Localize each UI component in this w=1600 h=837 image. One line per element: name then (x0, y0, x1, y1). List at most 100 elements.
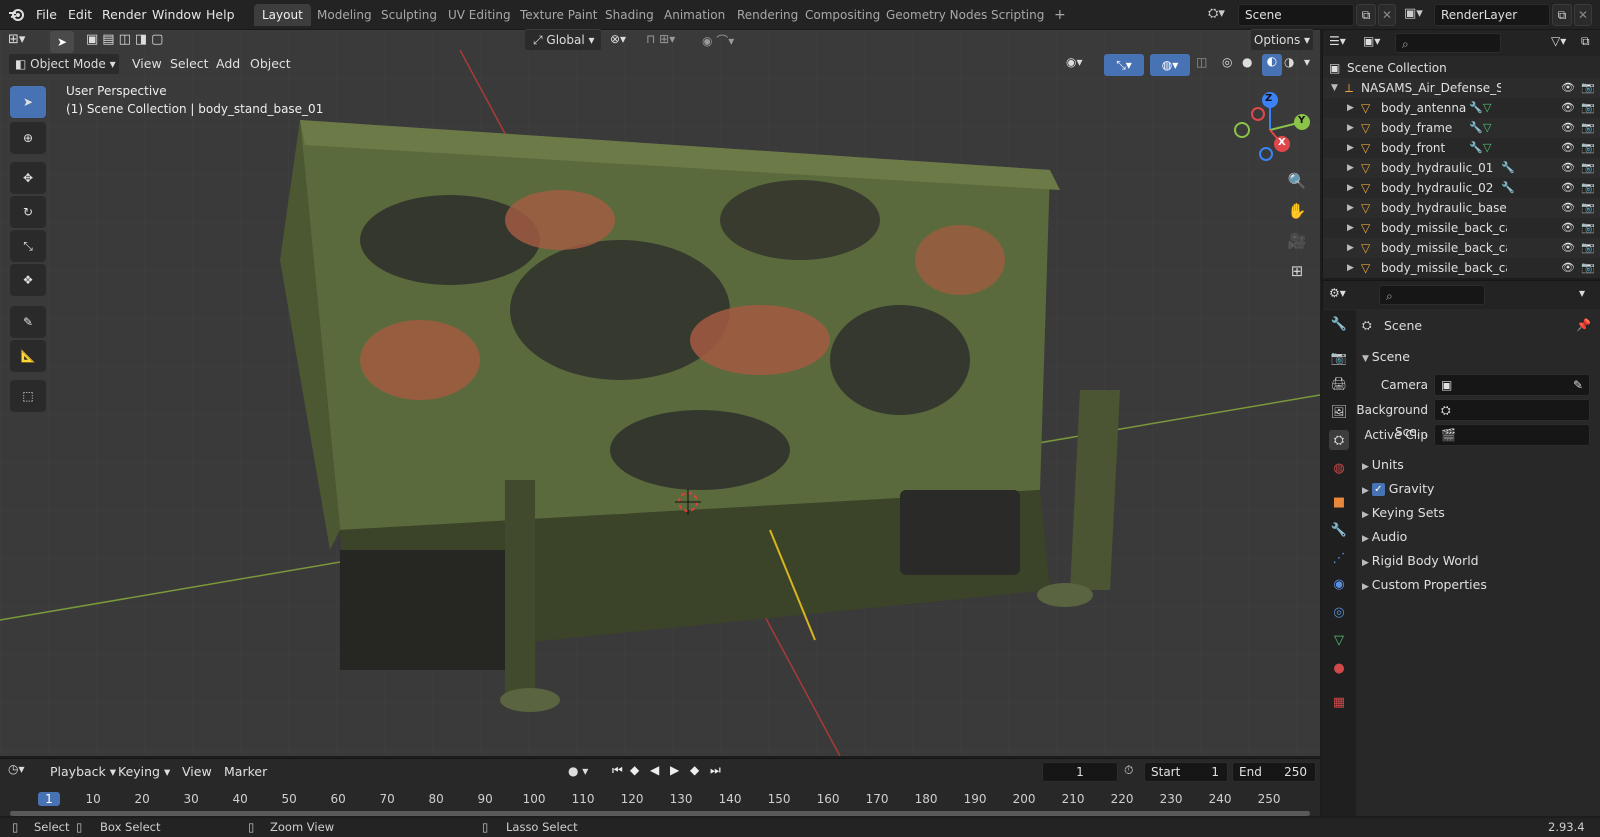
keying-menu[interactable]: Keying ▾ (112, 762, 176, 782)
timeline-view-menu[interactable]: View (176, 762, 218, 782)
custom-properties-panel[interactable]: ▶ Custom Properties (1362, 574, 1487, 596)
viewport-menu-select[interactable]: Select (164, 54, 215, 74)
tab-geometry-nodes[interactable]: Geometry Nodes (878, 4, 995, 26)
add-cube-tool-icon[interactable]: ⬚ (10, 380, 46, 412)
menu-help[interactable]: Help (200, 5, 241, 25)
scene-copy-icon[interactable]: ⧉ (1356, 4, 1376, 26)
eye-icon[interactable]: 👁 (1561, 198, 1575, 218)
auto-keying-icon[interactable]: ● ▾ (568, 764, 588, 778)
camera-render-icon[interactable]: 📷 (1581, 178, 1595, 198)
tab-sculpting[interactable]: Sculpting (373, 4, 445, 26)
next-keyframe-icon[interactable]: ◆ (690, 763, 699, 777)
outliner-item[interactable]: ▶ ▽ body_missile_back_cap_(👁 📷 (1323, 238, 1600, 258)
play-reverse-icon[interactable]: ◀ (650, 763, 659, 777)
move-tool-icon[interactable]: ✥ (10, 162, 46, 194)
3d-viewport[interactable] (0, 30, 1320, 756)
scene-field[interactable]: Scene (1238, 4, 1354, 26)
tab-texture-paint[interactable]: Texture Paint (512, 4, 605, 26)
camera-render-icon[interactable]: 📷 (1581, 238, 1595, 258)
eye-icon[interactable]: 👁 (1561, 238, 1575, 258)
display-mode-icon[interactable]: ▣▾ (1363, 34, 1380, 48)
options-dropdown[interactable]: Options ▾ (1250, 29, 1314, 51)
shading-options-icon[interactable]: ▾ (1304, 55, 1318, 75)
scale-tool-icon[interactable]: ⤡ (10, 230, 46, 262)
expand-arrow-icon[interactable]: ▶ (1347, 98, 1354, 118)
modifier-tab-icon[interactable]: 🔧 (1329, 520, 1349, 540)
audio-panel[interactable]: ▶ Audio (1362, 526, 1407, 548)
perspective-toggle-icon[interactable]: ⊞ (1284, 258, 1310, 284)
particles-tab-icon[interactable]: ⋰ (1329, 548, 1349, 568)
proportional-edit-icon[interactable]: ◉ ⌒▾ (702, 32, 750, 52)
camera-field[interactable]: ▣ ✎ (1434, 374, 1590, 396)
prev-keyframe-icon[interactable]: ◆ (630, 763, 639, 777)
shading-solid-icon[interactable]: ● (1242, 55, 1262, 75)
transform-orientation-dropdown[interactable]: ⤢ Global ▾ (524, 29, 602, 51)
eye-icon[interactable]: 👁 (1561, 218, 1575, 238)
modifier-icon[interactable]: 🔧 (1469, 138, 1483, 158)
outliner-item[interactable]: ▶ ▽ body_antenna 🔧 ▽ 👁 📷 (1323, 98, 1600, 118)
tool-tab-icon[interactable]: 🔧 (1329, 314, 1349, 334)
select-tool-icon[interactable]: ➤ (50, 31, 74, 53)
zoom-icon[interactable]: 🔍 (1284, 168, 1310, 194)
tab-modeling[interactable]: Modeling (309, 4, 380, 26)
snap-icon[interactable]: ⊓ ⊞▾ (646, 32, 694, 52)
eye-icon[interactable]: 👁 (1561, 98, 1575, 118)
outliner-item[interactable]: ▶ ▽ body_missile_back_cap_(👁 📷 (1323, 218, 1600, 238)
new-collection-icon[interactable]: ⧉ (1581, 34, 1590, 49)
select-mode-icons[interactable]: ▣▤◫◨▢ (86, 32, 182, 52)
viewport-menu-view[interactable]: View (126, 54, 168, 74)
viewport-menu-add[interactable]: Add (210, 54, 246, 74)
texture-tab-icon[interactable]: ▦ (1329, 692, 1349, 712)
expand-arrow-icon[interactable]: ▶ (1347, 118, 1354, 138)
physics-tab-icon[interactable]: ◉ (1329, 574, 1349, 594)
eye-icon[interactable]: 👁 (1561, 118, 1575, 138)
outliner-collection-row[interactable]: ▼ ⟂ NASAMS_Air_Defense_Syster 👁 📷 (1323, 78, 1600, 98)
renderlayer-copy-icon[interactable]: ⧉ (1552, 4, 1572, 26)
expand-arrow-icon[interactable]: ▶ (1347, 158, 1354, 178)
mode-dropdown[interactable]: ◧ Object Mode ▾ (8, 53, 120, 75)
gravity-checkbox[interactable]: ✓ (1371, 483, 1385, 496)
navigation-gizmo[interactable]: Z Y X (1230, 90, 1310, 170)
tab-compositing[interactable]: Compositing (797, 4, 888, 26)
menu-edit[interactable]: Edit (62, 5, 98, 25)
tab-rendering[interactable]: Rendering (729, 4, 806, 26)
keying-sets-panel[interactable]: ▶ Keying Sets (1362, 502, 1445, 524)
outliner-root-row[interactable]: ▣ Scene Collection (1323, 58, 1600, 78)
renderlayer-icon[interactable]: ▣▾ (1404, 6, 1432, 24)
outliner-item[interactable]: ▶ ▽ body_hydraulic_base 👁 📷 (1323, 198, 1600, 218)
add-workspace-icon[interactable]: + (1046, 4, 1074, 26)
visibility-icon[interactable]: ◉▾ (1066, 55, 1096, 75)
active-clip-field[interactable]: 🎬 (1434, 424, 1590, 446)
tab-layout[interactable]: Layout (254, 4, 311, 26)
tab-animation[interactable]: Animation (656, 4, 733, 26)
timeline-scrollbar[interactable] (10, 811, 1310, 816)
playback-menu[interactable]: Playback ▾ (44, 762, 122, 782)
pin-icon[interactable]: 📌 (1576, 318, 1591, 332)
material-tab-icon[interactable]: ● (1329, 658, 1349, 678)
outliner[interactable]: ☰▾ ▣▾ ⌕ ▽▾ ⧉ ▣ Scene Collection ▼ ⟂ NASA… (1322, 30, 1600, 278)
menu-render[interactable]: Render (96, 5, 153, 25)
viewport-menu-object[interactable]: Object (244, 54, 297, 74)
camera-render-icon[interactable]: 📷 (1581, 218, 1595, 238)
properties-search-input[interactable]: ⌕ (1379, 285, 1485, 305)
outliner-item[interactable]: ▶ ▽ body_front 🔧 ▽ 👁 📷 (1323, 138, 1600, 158)
units-panel[interactable]: ▶ Units (1362, 454, 1404, 476)
pan-hand-icon[interactable]: ✋ (1284, 198, 1310, 224)
filter-icon[interactable]: ▽▾ (1551, 34, 1566, 48)
select-box-tool-icon[interactable]: ➤ (10, 86, 46, 118)
pivot-point-icon[interactable]: ⊗▾ (610, 32, 638, 52)
expand-arrow-icon[interactable]: ▶ (1347, 238, 1354, 258)
modifier-icon[interactable]: 🔧 (1469, 118, 1483, 138)
modifier-icon[interactable]: 🔧 (1501, 158, 1515, 178)
eye-icon[interactable]: 👁 (1561, 178, 1575, 198)
jump-end-icon[interactable]: ⏭ (710, 763, 721, 778)
annotate-tool-icon[interactable]: ✎ (10, 306, 46, 338)
expand-arrow-icon[interactable]: ▶ (1347, 258, 1354, 278)
eye-icon[interactable]: 👁 (1561, 78, 1575, 98)
scene-icon[interactable]: ⛭▾ (1208, 6, 1236, 24)
background-scene-field[interactable]: ⛭ (1434, 399, 1590, 421)
expand-arrow-icon[interactable]: ▶ (1347, 218, 1354, 238)
expand-arrow-icon[interactable]: ▼ (1331, 78, 1338, 98)
menu-window[interactable]: Window (146, 5, 207, 25)
jump-start-icon[interactable]: ⏮ (612, 763, 623, 778)
